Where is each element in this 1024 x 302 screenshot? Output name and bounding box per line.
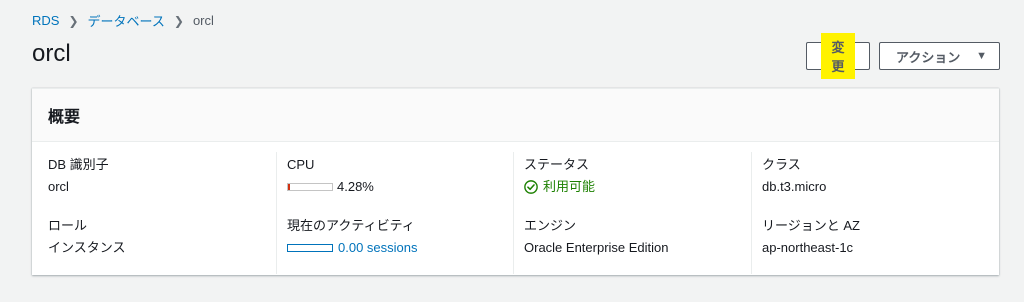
activity-label: 現在のアクティビティ: [287, 218, 415, 233]
cpu-value: 4.28%: [337, 179, 374, 194]
db-identifier-value: orcl: [48, 179, 69, 194]
cpu-usage-bar: [287, 183, 333, 191]
summary-column-4: クラス db.t3.micro リージョンと AZ ap-northeast-1…: [751, 152, 999, 274]
summary-title: 概要: [48, 109, 81, 126]
caret-down-icon: ▼: [976, 50, 987, 62]
activity-value-row[interactable]: 0.00 sessions: [287, 240, 418, 256]
activity-field: 現在のアクティビティ 0.00 sessions: [287, 218, 418, 256]
breadcrumb: RDS ❯ データベース ❯ orcl: [32, 11, 214, 30]
class-value: db.t3.micro: [762, 179, 827, 194]
check-circle-icon: [524, 180, 538, 194]
actions-dropdown-button[interactable]: アクション ▼: [879, 42, 1000, 70]
region-label: リージョンと AZ: [762, 218, 860, 233]
summary-column-3: ステータス 利用可能 エンジン Oracle Enterprise Editio…: [513, 152, 752, 274]
class-label: クラス: [762, 157, 801, 172]
engine-label: エンジン: [524, 218, 577, 233]
breadcrumb-rds-link[interactable]: RDS: [32, 13, 59, 28]
db-identifier-label: DB 識別子: [48, 157, 109, 172]
page-title: orcl: [32, 40, 71, 67]
modify-button[interactable]: 変更: [806, 33, 870, 79]
status-field: ステータス 利用可能: [524, 157, 595, 195]
role-field: ロール インスタンス: [48, 218, 125, 256]
cpu-field: CPU 4.28%: [287, 157, 374, 195]
activity-value[interactable]: 0.00 sessions: [338, 240, 418, 256]
summary-column-2: CPU 4.28% 現在のアクティビティ 0.00 sessions: [276, 152, 514, 274]
region-value: ap-northeast-1c: [762, 240, 854, 255]
region-field: リージョンと AZ ap-northeast-1c: [762, 218, 860, 256]
role-value: インスタンス: [48, 240, 126, 255]
engine-field: エンジン Oracle Enterprise Edition: [524, 218, 669, 256]
chevron-right-icon: ❯: [68, 13, 79, 28]
summary-panel-header: 概要: [32, 89, 999, 142]
summary-column-1: DB 識別子 orcl ロール インスタンス: [32, 152, 276, 274]
summary-panel: 概要 DB 識別子 orcl ロール インスタンス CPU 4.28% 現在のア…: [32, 88, 999, 275]
chevron-right-icon: ❯: [173, 13, 184, 28]
cpu-usage-bar-fill: [288, 184, 290, 190]
breadcrumb-databases-link[interactable]: データベース: [88, 11, 165, 30]
modify-button-label: 変更: [821, 33, 855, 79]
sessions-bar: [287, 244, 333, 252]
engine-value: Oracle Enterprise Edition: [524, 240, 669, 255]
status-label: ステータス: [524, 157, 590, 172]
status-value: 利用可能: [543, 179, 596, 194]
class-field: クラス db.t3.micro: [762, 157, 826, 195]
role-label: ロール: [48, 218, 88, 233]
breadcrumb-current: orcl: [192, 13, 214, 28]
status-value-row: 利用可能: [524, 179, 595, 195]
db-identifier-field: DB 識別子 orcl: [48, 157, 109, 195]
cpu-label: CPU: [287, 157, 315, 172]
actions-button-label: アクション: [896, 49, 961, 65]
summary-grid: DB 識別子 orcl ロール インスタンス CPU 4.28% 現在のアクティ…: [32, 142, 999, 275]
cpu-value-row: 4.28%: [287, 179, 374, 195]
